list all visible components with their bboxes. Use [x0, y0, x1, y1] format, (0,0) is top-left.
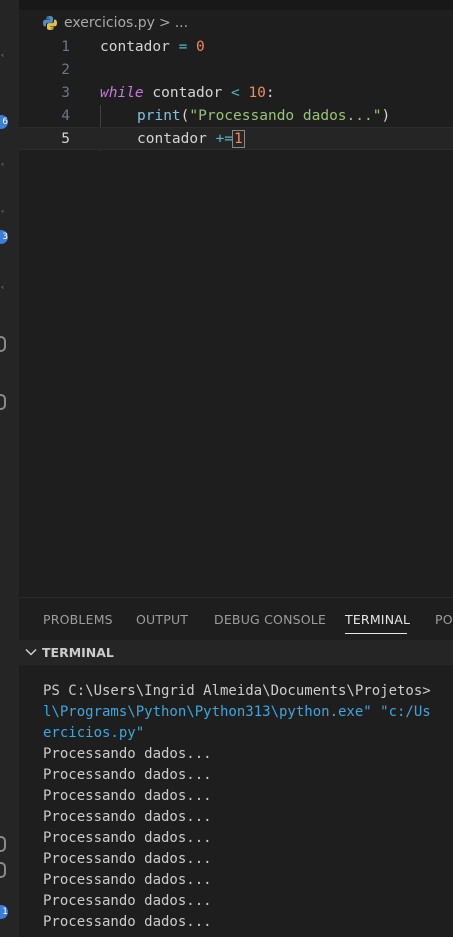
- line-number: 1: [61, 39, 70, 55]
- code-line[interactable]: 3 while contador < 10:: [19, 82, 453, 105]
- terminal-command-line: ercicios.py": [43, 725, 145, 741]
- code-editor[interactable]: 1 contador = 0 2 3 while contador < 10: …: [19, 36, 453, 596]
- line-number: 4: [61, 108, 70, 124]
- terminal-output-line: Processando dados...: [43, 788, 212, 804]
- terminal-output-line: Processando dados...: [43, 851, 212, 867]
- tab-ports[interactable]: PO: [435, 612, 453, 627]
- activity-bar: ˂ 6 ˂ ˂ 3 ˂ 1: [0, 0, 19, 937]
- code-token: while: [100, 85, 144, 101]
- chevron-icon[interactable]: ˂: [0, 55, 6, 65]
- code-line-current[interactable]: 5 contador +=1: [19, 127, 453, 150]
- line-number: 2: [61, 62, 70, 78]
- breadcrumb-more[interactable]: ...: [175, 15, 188, 31]
- code-line[interactable]: 2: [19, 59, 453, 82]
- python-file-icon: [43, 16, 57, 30]
- source-control-icon[interactable]: ˂: [0, 164, 6, 174]
- notification-badge[interactable]: 1: [0, 905, 8, 919]
- code-token: contador: [143, 85, 231, 101]
- terminal-output-line: Processando dados...: [43, 914, 212, 930]
- line-number: 5: [61, 131, 70, 147]
- tab-terminal[interactable]: TERMINAL: [345, 612, 410, 627]
- code-token: <: [230, 85, 240, 101]
- tab-debug-console[interactable]: DEBUG CONSOLE: [214, 612, 326, 627]
- terminal-output-line: Processando dados...: [43, 830, 212, 846]
- panel-tab-bar: PROBLEMS OUTPUT DEBUG CONSOLE TERMINAL P…: [19, 597, 453, 640]
- tab-output[interactable]: OUTPUT: [136, 612, 188, 627]
- terminal-output-line: Processando dados...: [43, 767, 212, 783]
- account-icon[interactable]: [0, 336, 6, 352]
- account-icon[interactable]: [0, 836, 6, 852]
- terminal-output-line: Processando dados...: [43, 746, 212, 762]
- code-token: ): [381, 108, 391, 124]
- terminal-output-line: Processando dados...: [43, 893, 212, 909]
- breadcrumb-separator-icon: >: [158, 15, 171, 31]
- terminal-output-line: Processando dados...: [43, 872, 212, 888]
- terminal-prompt-line: PS C:\Users\Ingrid Almeida\Documents\Pro…: [43, 683, 431, 699]
- code-token: +=: [215, 131, 234, 147]
- terminal-section-header[interactable]: TERMINAL: [19, 640, 453, 665]
- code-line[interactable]: 4 print("Processando dados..."): [19, 105, 453, 128]
- code-token: =: [169, 39, 197, 55]
- code-token: contador: [137, 131, 216, 147]
- chevron-down-icon[interactable]: [24, 645, 38, 659]
- code-token: contador: [100, 39, 170, 55]
- terminal-output[interactable]: PS C:\Users\Ingrid Almeida\Documents\Pro…: [19, 665, 453, 937]
- code-token: print: [137, 108, 181, 124]
- tab-problems[interactable]: PROBLEMS: [43, 612, 113, 627]
- code-token: :: [265, 85, 275, 101]
- code-token: "Processando dados...": [189, 108, 382, 124]
- settings-icon[interactable]: [0, 862, 6, 878]
- breadcrumb-file[interactable]: exercicios.py: [64, 15, 155, 31]
- notification-badge[interactable]: 3: [0, 230, 8, 244]
- terminal-command-line: l\Programs\Python\Python313\python.exe" …: [43, 704, 431, 720]
- active-tab-indicator: [345, 633, 407, 634]
- extensions-icon[interactable]: ˂: [0, 211, 6, 221]
- breadcrumb: exercicios.py > ...: [19, 10, 453, 36]
- terminal-section-title: TERMINAL: [42, 645, 114, 660]
- remote-icon[interactable]: [0, 394, 6, 410]
- code-token: 10: [248, 85, 266, 101]
- text-cursor: 1: [232, 130, 245, 148]
- notification-badge[interactable]: 6: [0, 115, 8, 129]
- code-line[interactable]: 1 contador = 0: [19, 36, 453, 59]
- terminal-output-line: Processando dados...: [43, 809, 212, 825]
- line-number: 3: [61, 85, 70, 101]
- code-token: 0: [196, 39, 205, 55]
- title-strip: [0, 0, 453, 10]
- testing-icon[interactable]: ˂: [0, 287, 6, 297]
